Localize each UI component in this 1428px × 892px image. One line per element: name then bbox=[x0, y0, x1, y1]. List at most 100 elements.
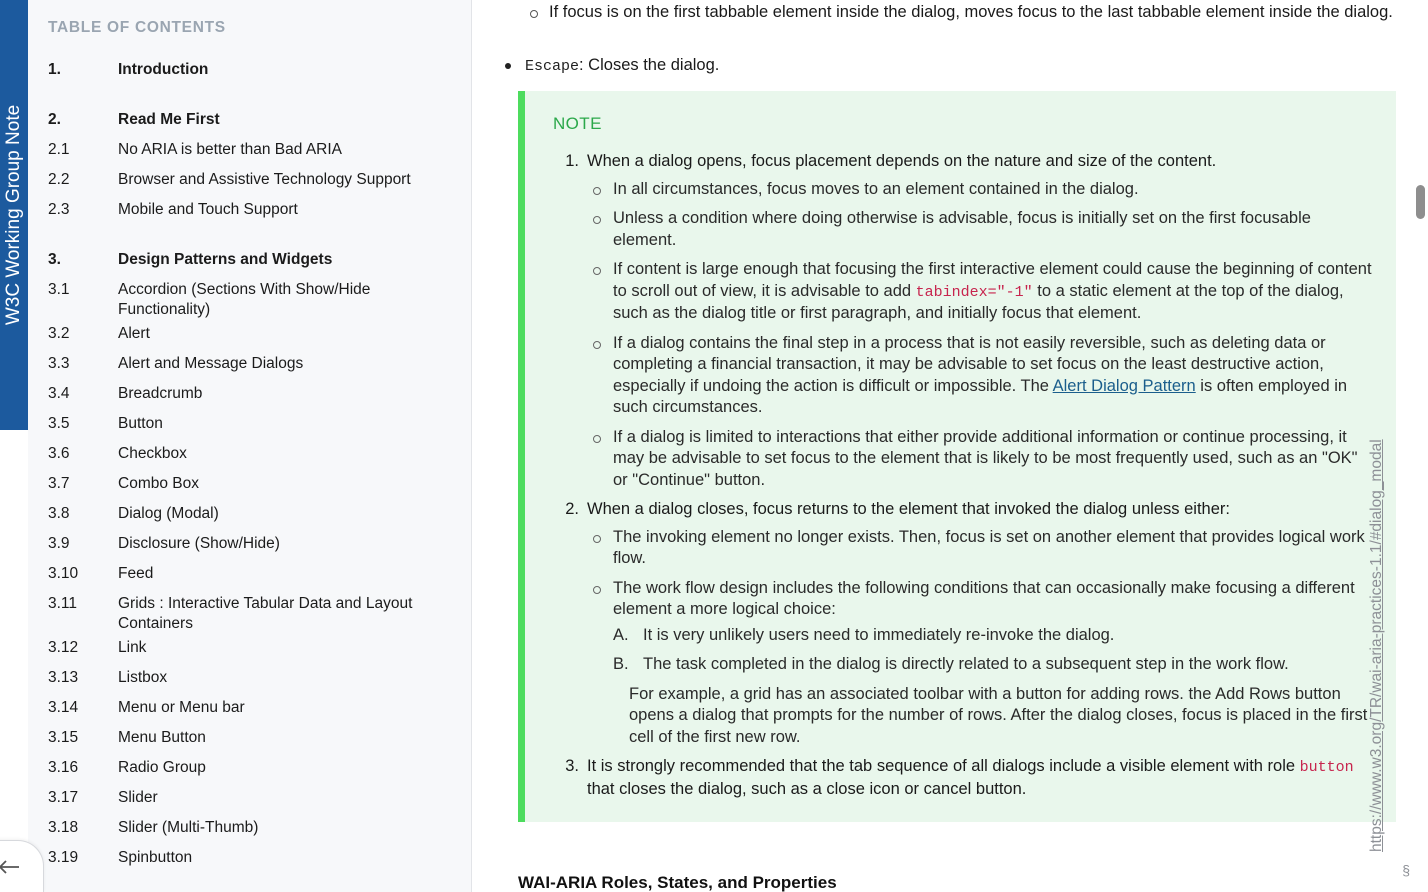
toc-item-3-19[interactable]: 3.19 Spinbutton bbox=[28, 846, 471, 876]
toc-item-label: Breadcrumb bbox=[118, 385, 203, 402]
toc-item-3-12[interactable]: 3.12 Link bbox=[28, 636, 471, 666]
toc-list: 1. Introduction 2. Read Me First 2.1 No ARIA … bbox=[28, 58, 471, 876]
toc-item-label: Spinbutton bbox=[118, 849, 193, 866]
note-item-3-text-after: that closes the dialog, such as a close … bbox=[587, 779, 1027, 798]
toc-item-1[interactable]: 1. Introduction bbox=[28, 58, 471, 88]
toc-item-label: Checkbox bbox=[118, 445, 187, 462]
top-fragment-bullet: If focus is on the first tabbable elemen… bbox=[521, 2, 1395, 24]
toc-item-number: 3.8 bbox=[48, 505, 70, 522]
note-alpha-list: A. It is very unlikely users need to imm… bbox=[613, 625, 1376, 676]
toc-item-3-17[interactable]: 3.17 Slider bbox=[28, 786, 471, 816]
escape-key-code: Escape bbox=[525, 58, 580, 75]
toc-item-3-11[interactable]: 3.11 Grids : Interactive Tabular Data and… bbox=[28, 592, 471, 636]
note-sub-text: The work flow design includes the follow… bbox=[613, 578, 1355, 619]
back-button[interactable] bbox=[0, 840, 44, 892]
toc-item-number: 3. bbox=[48, 251, 61, 268]
note-alpha-item-a: A. It is very unlikely users need to imm… bbox=[613, 625, 1376, 647]
alpha-marker: A. bbox=[613, 625, 629, 644]
note-sub-item: The work flow design includes the follow… bbox=[587, 578, 1376, 749]
toc-item-3-4[interactable]: 3.4 Breadcrumb bbox=[28, 382, 471, 412]
toc-item-label: Slider (Multi-Thumb) bbox=[118, 819, 259, 836]
note-item-1-text: When a dialog opens, focus placement dep… bbox=[587, 152, 1217, 170]
escape-description: : Closes the dialog. bbox=[579, 56, 720, 74]
toc-item-3[interactable]: 3. Design Patterns and Widgets bbox=[28, 248, 471, 278]
toc-item-label: Alert bbox=[118, 325, 150, 342]
toc-item-number: 3.4 bbox=[48, 385, 70, 402]
note-item-2-text: When a dialog closes, focus returns to t… bbox=[587, 500, 1230, 518]
toc-item-3-14[interactable]: 3.14 Menu or Menu bar bbox=[28, 696, 471, 726]
toc-item-label: Grids : Interactive Tabular Data and Lay… bbox=[118, 595, 413, 632]
note-example-paragraph: For example, a grid has an associated to… bbox=[629, 684, 1368, 746]
toc-item-number: 2.3 bbox=[48, 201, 70, 218]
toc-item-label: Accordion (Sections With Show/Hide Funct… bbox=[118, 281, 371, 318]
toc-item-2-2[interactable]: 2.2 Browser and Assistive Technology Supp… bbox=[28, 168, 471, 198]
toc-item-3-6[interactable]: 3.6 Checkbox bbox=[28, 442, 471, 472]
toc-item-label: Listbox bbox=[118, 669, 168, 686]
toc-item-3-9[interactable]: 3.9 Disclosure (Show/Hide) bbox=[28, 532, 471, 562]
toc-item-label: Read Me First bbox=[118, 111, 220, 128]
note-item-2-number: 2. bbox=[565, 500, 579, 518]
w3c-working-group-note-band: W3C Working Group Note bbox=[0, 0, 28, 430]
toc-item-label: Disclosure (Show/Hide) bbox=[118, 535, 280, 552]
vertical-scrollbar-thumb[interactable] bbox=[1416, 185, 1425, 219]
alpha-marker: B. bbox=[613, 655, 629, 673]
toc-item-label: Dialog (Modal) bbox=[118, 505, 219, 522]
escape-bullet: Escape: Closes the dialog. bbox=[497, 55, 1371, 78]
note-item-1-number: 1. bbox=[565, 152, 579, 170]
toc-item-2-3[interactable]: 2.3 Mobile and Touch Support bbox=[28, 198, 471, 228]
toc-item-3-1[interactable]: 3.1 Accordion (Sections With Show/Hide Fu… bbox=[28, 278, 471, 322]
toc-item-3-15[interactable]: 3.15 Menu Button bbox=[28, 726, 471, 756]
toc-item-number: 3.17 bbox=[48, 789, 79, 806]
alpha-text: The task completed in the dialog is dire… bbox=[643, 655, 1289, 673]
section-mark-glyph: § bbox=[1402, 862, 1410, 878]
toc-item-number: 3.18 bbox=[48, 819, 79, 836]
note-item-2-sublist: The invoking element no longer exists. T… bbox=[587, 527, 1376, 749]
note-item-1: 1. When a dialog opens, focus placement … bbox=[555, 151, 1376, 491]
table-of-contents-sidebar: TABLE OF CONTENTS 1. Introduction 2. Read M… bbox=[28, 0, 472, 892]
note-sub-item: In all circumstances, focus moves to an … bbox=[587, 179, 1376, 201]
tabindex-code: tabindex="-1" bbox=[915, 283, 1033, 301]
toc-item-number: 3.19 bbox=[48, 849, 79, 866]
note-alpha-item-b: B. The task completed in the dialog is d… bbox=[613, 654, 1376, 676]
toc-item-3-7[interactable]: 3.7 Combo Box bbox=[28, 472, 471, 502]
toc-item-label: Link bbox=[118, 639, 147, 656]
toc-item-number: 3.1 bbox=[48, 281, 70, 298]
toc-item-3-3[interactable]: 3.3 Alert and Message Dialogs bbox=[28, 352, 471, 382]
toc-item-number: 3.13 bbox=[48, 669, 79, 686]
toc-item-label: Button bbox=[118, 415, 163, 432]
toc-item-3-2[interactable]: 3.2 Alert bbox=[28, 322, 471, 352]
toc-item-number: 3.7 bbox=[48, 475, 70, 492]
toc-item-label: Feed bbox=[118, 565, 154, 582]
note-item-2: 2. When a dialog closes, focus returns t… bbox=[555, 499, 1376, 748]
toc-item-label: Design Patterns and Widgets bbox=[118, 251, 333, 268]
note-sub-text: Unless a condition where doing otherwise… bbox=[613, 209, 1311, 249]
toc-item-number: 3.10 bbox=[48, 565, 79, 582]
toc-item-number: 2.1 bbox=[48, 141, 70, 158]
toc-item-label: Mobile and Touch Support bbox=[118, 201, 298, 218]
toc-item-number: 3.14 bbox=[48, 699, 79, 716]
toc-item-label: Radio Group bbox=[118, 759, 206, 776]
toc-item-3-16[interactable]: 3.16 Radio Group bbox=[28, 756, 471, 786]
toc-item-3-13[interactable]: 3.13 Listbox bbox=[28, 666, 471, 696]
toc-item-label: Combo Box bbox=[118, 475, 199, 492]
alpha-text: It is very unlikely users need to immedi… bbox=[643, 625, 1115, 644]
toc-item-2-1[interactable]: 2.1 No ARIA is better than Bad ARIA bbox=[28, 138, 471, 168]
note-ordered-list: 1. When a dialog opens, focus placement … bbox=[555, 151, 1376, 807]
toc-item-label: Slider bbox=[118, 789, 158, 806]
note-item-3-number: 3. bbox=[565, 757, 579, 775]
alert-dialog-pattern-link[interactable]: Alert Dialog Pattern bbox=[1053, 377, 1196, 395]
toc-item-number: 3.16 bbox=[48, 759, 79, 776]
vertical-scrollbar-track[interactable] bbox=[1413, 0, 1428, 892]
note-item-3-text-before: It is strongly recommended that the tab … bbox=[587, 757, 1300, 775]
section-heading-wai-aria-roles: WAI-ARIA Roles, States, and Properties bbox=[518, 873, 837, 892]
toc-item-3-18[interactable]: 3.18 Slider (Multi-Thumb) bbox=[28, 816, 471, 846]
toc-item-3-5[interactable]: 3.5 Button bbox=[28, 412, 471, 442]
toc-item-label: Alert and Message Dialogs bbox=[118, 355, 304, 372]
toc-item-3-8[interactable]: 3.8 Dialog (Modal) bbox=[28, 502, 471, 532]
note-item-1-sublist: In all circumstances, focus moves to an … bbox=[587, 179, 1376, 492]
toc-item-3-10[interactable]: 3.10 Feed bbox=[28, 562, 471, 592]
toc-item-2[interactable]: 2. Read Me First bbox=[28, 108, 471, 138]
toc-item-number: 3.6 bbox=[48, 445, 70, 462]
w3c-working-group-note-label: W3C Working Group Note bbox=[3, 104, 24, 326]
note-callout-box: NOTE 1. When a dialog opens, focus place… bbox=[518, 91, 1396, 822]
